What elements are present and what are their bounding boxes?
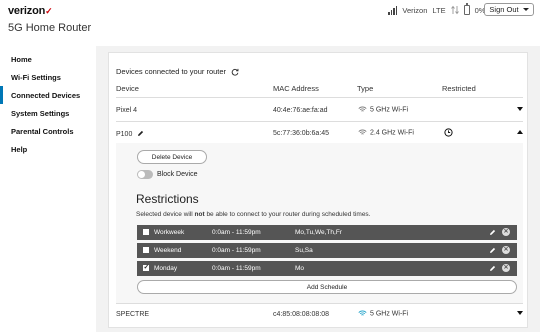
sign-out-button[interactable]: Sign Out [484, 3, 534, 16]
device-type: 5 GHz Wi-Fi [358, 106, 408, 113]
sidebar-item-wifi-settings[interactable]: Wi-Fi Settings [0, 68, 96, 86]
collapse-chevron-icon[interactable] [517, 130, 523, 134]
device-type: 2.4 GHz Wi-Fi [358, 129, 414, 136]
schedule-time: 0:0am - 11:59pm [212, 265, 261, 272]
column-header-mac: MAC Address [273, 84, 319, 93]
restrictions-heading: Restrictions [136, 192, 199, 206]
add-schedule-button[interactable]: Add Schedule [137, 280, 517, 294]
device-name: P100 [116, 130, 144, 138]
battery-icon [463, 3, 470, 15]
device-mac: 5c:77:36:0b:6a:45 [273, 130, 330, 137]
close-icon[interactable]: ✕ [502, 264, 510, 272]
wifi-icon [358, 106, 367, 112]
column-header-restricted: Restricted [442, 84, 476, 93]
schedule-name: Weekend [154, 247, 182, 254]
schedule-name: Workweek [154, 229, 185, 236]
chevron-down-icon [522, 8, 529, 11]
device-mac: c4:85:08:08:08:08 [273, 311, 330, 318]
sidebar-item-help[interactable]: Help [0, 140, 96, 158]
row-divider [116, 121, 523, 122]
wifi-icon [358, 129, 367, 135]
schedule-checkbox[interactable] [143, 247, 149, 253]
schedule-time: 0:0am - 11:59pm [212, 247, 261, 254]
sidebar: Home Wi-Fi Settings Connected Devices Sy… [0, 46, 96, 332]
schedule-checkbox-checked[interactable] [143, 263, 149, 271]
schedule-row-workweek[interactable]: Workweek 0:0am - 11:59pm Mo,Tu,We,Th,Fr … [137, 225, 517, 240]
carrier-name: Verizon [402, 5, 428, 15]
device-type-label: 5 GHz Wi-Fi [370, 106, 409, 114]
block-device-toggle[interactable] [137, 170, 153, 179]
edit-pencil-icon[interactable] [489, 247, 496, 254]
column-header-type: Type [357, 84, 374, 93]
transfer-arrows-icon [450, 5, 459, 15]
sign-out-label: Sign Out [489, 5, 519, 14]
sidebar-item-parental-controls[interactable]: Parental Controls [0, 122, 96, 140]
device-name-label: P100 [116, 131, 133, 138]
devices-title-text: Devices connected to your router [116, 67, 227, 76]
schedule-checkbox[interactable] [143, 229, 149, 235]
edit-pencil-icon[interactable] [489, 229, 496, 236]
header: verizon✓ 5G Home Router Verizon LTE 0% S… [0, 0, 540, 46]
desc-part: be able to connect to your router during… [204, 211, 371, 218]
devices-title: Devices connected to your router [116, 67, 239, 76]
expand-chevron-icon[interactable] [517, 311, 523, 315]
sidebar-item-connected-devices[interactable]: Connected Devices [0, 86, 96, 104]
row-divider [116, 303, 523, 304]
sidebar-item-home[interactable]: Home [0, 50, 96, 68]
network-type: LTE [432, 5, 446, 15]
device-mac: 40:4e:76:ae:fa:ad [273, 107, 328, 114]
schedule-row-monday[interactable]: Monday 0:0am - 11:59pm Mo ✕ [137, 261, 517, 276]
app-title: 5G Home Router [8, 22, 92, 34]
device-type: 5 GHz Wi-Fi [358, 310, 408, 317]
schedule-days: Mo,Tu,We,Th,Fr [295, 229, 342, 236]
desc-part: Selected device will [136, 211, 195, 218]
device-name: SPECTRE [116, 311, 150, 318]
column-header-device: Device [116, 84, 139, 93]
header-divider [116, 97, 523, 98]
refresh-icon[interactable] [231, 68, 239, 76]
main-panel: Devices connected to your router Device … [96, 46, 540, 332]
wifi-icon [358, 310, 367, 316]
schedule-days: Su,Sa [295, 247, 313, 254]
edit-pencil-icon[interactable] [137, 130, 144, 137]
close-icon[interactable]: ✕ [502, 246, 510, 254]
device-type-label: 2.4 GHz Wi-Fi [370, 129, 414, 137]
close-icon[interactable]: ✕ [502, 228, 510, 236]
status-bar: Verizon LTE 0% [388, 3, 485, 16]
signal-strength-icon [388, 5, 398, 15]
restrictions-description: Selected device will not be able to conn… [136, 211, 371, 218]
edit-pencil-icon[interactable] [489, 265, 496, 272]
verizon-logo[interactable]: verizon✓ [8, 5, 53, 17]
expand-chevron-icon[interactable] [517, 107, 523, 111]
delete-device-button[interactable]: Delete Device [137, 150, 207, 164]
schedule-days: Mo [295, 265, 305, 272]
block-device-label: Block Device [157, 171, 198, 178]
desc-bold: not [194, 211, 205, 218]
sidebar-item-system-settings[interactable]: System Settings [0, 104, 96, 122]
schedule-time: 0:0am - 11:59pm [212, 229, 261, 236]
device-name: Pixel 4 [116, 107, 138, 114]
schedule-name: Monday [154, 265, 178, 272]
devices-card: Devices connected to your router Device … [108, 52, 528, 328]
device-type-label: 5 GHz Wi-Fi [370, 310, 409, 318]
schedule-row-weekend[interactable]: Weekend 0:0am - 11:59pm Su,Sa ✕ [137, 243, 517, 258]
device-details-panel [116, 143, 523, 303]
clock-icon [444, 128, 453, 137]
